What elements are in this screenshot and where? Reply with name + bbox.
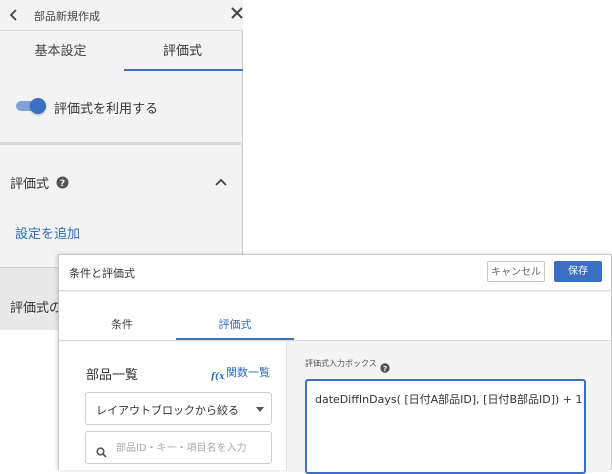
svg-text:?: ?	[60, 179, 65, 189]
help-icon[interactable]: ?	[56, 174, 69, 189]
svg-text:f(x): f(x)	[211, 371, 225, 381]
tab-basic-settings[interactable]: 基本設定	[0, 31, 121, 72]
formula-box-label: 評価式入力ボックス	[305, 359, 377, 368]
chevron-up-icon[interactable]	[214, 172, 228, 186]
save-button[interactable]: 保存	[554, 261, 602, 282]
parts-list-pane: 部品一覧 f(x) 関数一覧 レイアウトブロックから絞る	[59, 342, 287, 470]
active-tab-indicator	[124, 69, 243, 71]
divider	[0, 142, 241, 145]
cancel-button[interactable]: キャンセル	[487, 261, 545, 282]
function-icon[interactable]: f(x)	[210, 366, 229, 382]
formula-input[interactable]: dateDiffInDays( [日付A部品ID], [日付B部品ID]) + …	[305, 379, 586, 474]
panel-title: 部品新規作成	[34, 10, 100, 23]
tab-conditions[interactable]: 条件	[63, 292, 181, 340]
search-icon	[96, 443, 107, 458]
parts-search-box[interactable]	[85, 431, 272, 464]
conditions-formula-dialog: 条件と評価式 キャンセル 保存 条件 評価式 部品一覧 f(x) 関数一覧 レイ…	[58, 254, 612, 474]
layout-block-filter-select[interactable]: レイアウトブロックから絞る	[85, 392, 272, 425]
toggle-label: 評価式を利用する	[54, 102, 159, 117]
toggle-knob	[30, 98, 46, 114]
parts-list-title: 部品一覧	[86, 368, 139, 383]
select-value: レイアウトブロックから絞る	[96, 404, 239, 417]
formula-input-pane: 評価式入力ボックス ? dateDiffInDays( [日付A部品ID], […	[287, 342, 611, 474]
panel-bottom-label: 評価式の	[10, 301, 63, 316]
tab-formula[interactable]: 評価式	[122, 31, 243, 72]
functions-list-link[interactable]: 関数一覧	[226, 364, 270, 380]
chevron-left-icon[interactable]	[6, 7, 22, 23]
tab-formula[interactable]: 評価式	[176, 292, 294, 340]
close-icon[interactable]	[230, 5, 246, 23]
add-setting-link[interactable]: 設定を追加	[15, 223, 80, 242]
use-formula-toggle[interactable]	[14, 98, 46, 114]
active-tab-indicator	[176, 338, 294, 340]
formula-text: dateDiffInDays( [日付A部品ID], [日付B部品ID]) + …	[315, 393, 583, 406]
dialog-header: 条件と評価式 キャンセル 保存	[59, 255, 611, 291]
formula-section-title: 評価式	[10, 177, 50, 192]
panel-header: 部品新規作成	[0, 0, 243, 31]
dialog-tabs: 条件 評価式	[59, 292, 611, 341]
search-input[interactable]	[116, 438, 266, 458]
panel-tabs: 基本設定 評価式	[0, 31, 243, 72]
dialog-title: 条件と評価式	[69, 267, 135, 280]
help-icon[interactable]: ?	[380, 358, 390, 373]
caret-down-icon	[256, 407, 264, 412]
svg-text:?: ?	[383, 365, 387, 373]
